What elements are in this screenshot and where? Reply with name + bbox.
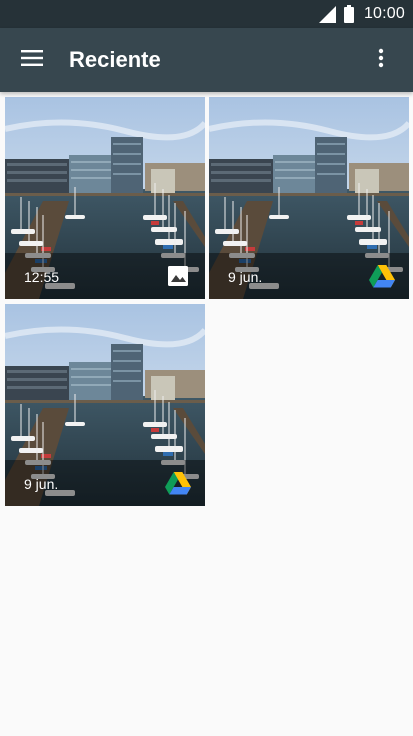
photo-tile[interactable]: 9 jun. <box>5 304 205 506</box>
more-options-button[interactable] <box>361 40 401 80</box>
navigation-menu-button[interactable] <box>12 40 52 80</box>
google-drive-icon <box>369 264 395 288</box>
photo-tile[interactable]: 9 jun. <box>209 97 409 299</box>
photo-date-label: 9 jun. <box>24 476 59 492</box>
google-drive-icon <box>165 471 191 495</box>
image-icon <box>165 264 191 288</box>
signal-icon <box>318 5 336 23</box>
photo-date-label: 12:55 <box>24 269 60 285</box>
screen: 10:00 Reciente 12:55 9 jun. 9 jun. <box>0 0 413 736</box>
app-bar: Reciente <box>0 28 413 92</box>
app-bar-title: Reciente <box>69 47 161 72</box>
battery-icon <box>343 5 354 23</box>
more-vert-icon <box>378 48 384 73</box>
hamburger-menu-icon <box>21 49 43 71</box>
photo-tile[interactable]: 12:55 <box>5 97 205 299</box>
photo-date-label: 9 jun. <box>228 269 263 285</box>
status-time: 10:00 <box>363 5 405 22</box>
status-bar: 10:00 <box>0 0 413 28</box>
